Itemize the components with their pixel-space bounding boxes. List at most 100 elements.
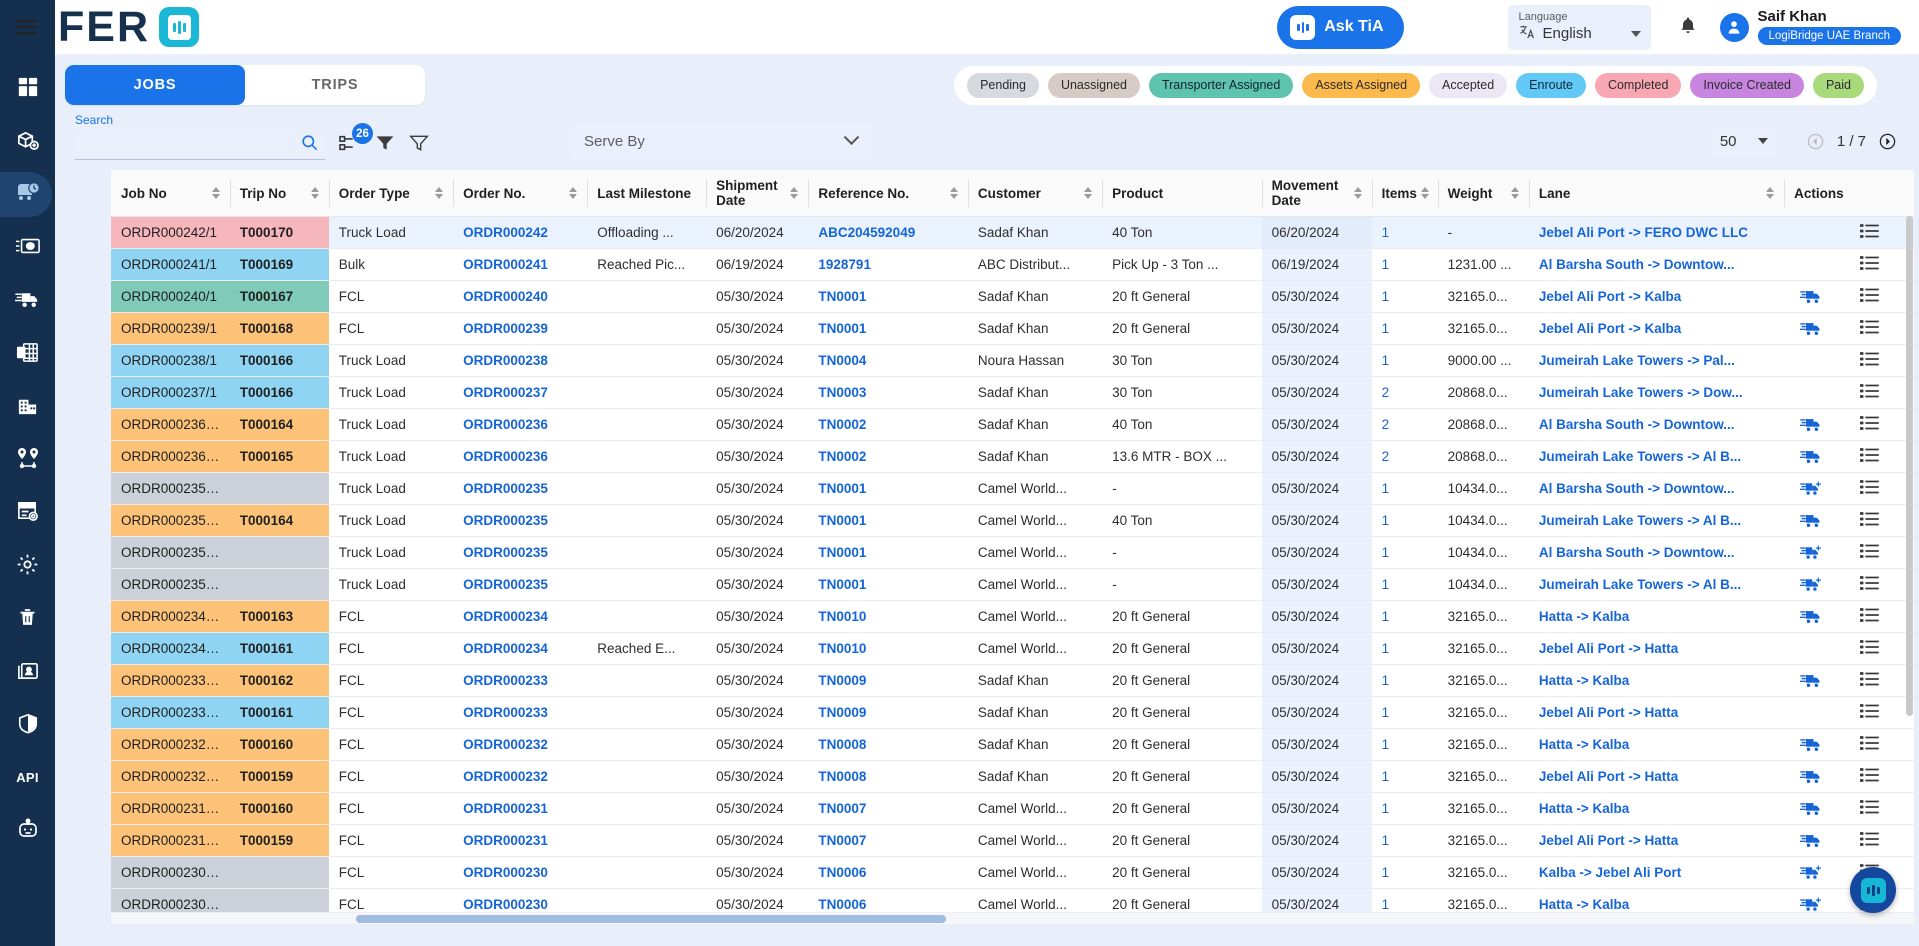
cell-lane[interactable]: Jebel Ali Port -> Hatta — [1529, 825, 1784, 857]
cell-lane[interactable]: Kalba -> Jebel Ali Port — [1529, 857, 1784, 889]
sort-toggle-icon[interactable] — [950, 187, 958, 199]
cell-reference-no[interactable]: TN0009 — [808, 665, 968, 697]
cell-lane[interactable]: Jebel Ali Port -> Hatta — [1529, 633, 1784, 665]
cell-order-no[interactable]: ORDR000233 — [453, 665, 587, 697]
row-menu-icon[interactable] — [1860, 511, 1879, 530]
table-row[interactable]: ORDR000235/...Truck LoadORDR00023505/30/… — [111, 569, 1914, 601]
vertical-scrollbar-thumb[interactable] — [1906, 216, 1913, 716]
table-row[interactable]: ORDR000236/...T000164Truck LoadORDR00023… — [111, 409, 1914, 441]
cell-lane[interactable]: Hatta -> Kalba — [1529, 889, 1784, 913]
sort-toggle-icon[interactable] — [1354, 187, 1362, 199]
cell-lane[interactable]: Jebel Ali Port -> Hatta — [1529, 697, 1784, 729]
status-chip-unassigned[interactable]: Unassigned — [1048, 73, 1140, 98]
row-menu-icon[interactable] — [1860, 383, 1879, 402]
sidebar-item-security[interactable] — [0, 698, 55, 751]
row-menu-icon[interactable] — [1860, 703, 1879, 722]
search-icon[interactable] — [300, 133, 319, 155]
page-size-select[interactable]: 50 — [1710, 124, 1778, 158]
table-row[interactable]: ORDR000232/...T000159FCLORDR00023205/30/… — [111, 761, 1914, 793]
row-menu-icon[interactable] — [1860, 415, 1879, 434]
row-menu-icon[interactable] — [1860, 223, 1879, 242]
sidebar-item-fleet[interactable] — [0, 274, 55, 327]
cell-lane[interactable]: Jebel Ali Port -> Kalba — [1529, 313, 1784, 345]
cell-reference-no[interactable]: TN0001 — [808, 473, 968, 505]
cell-order-no[interactable]: ORDR000241 — [453, 249, 587, 281]
row-menu-icon[interactable] — [1860, 831, 1879, 850]
cell-lane[interactable]: Jumeirah Lake Towers -> Dow... — [1529, 377, 1784, 409]
row-menu-icon[interactable] — [1860, 575, 1879, 594]
sort-toggle-icon[interactable] — [1084, 187, 1092, 199]
table-row[interactable]: ORDR000235/...Truck LoadORDR00023505/30/… — [111, 473, 1914, 505]
cell-lane[interactable]: Jebel Ali Port -> Kalba — [1529, 281, 1784, 313]
column-header-items[interactable]: Items — [1372, 170, 1438, 217]
table-scroll-area[interactable]: Job NoTrip NoOrder TypeOrder No.Last Mil… — [111, 170, 1914, 912]
cell-reference-no[interactable]: TN0003 — [808, 377, 968, 409]
sort-toggle-icon[interactable] — [1766, 187, 1774, 199]
cell-reference-no[interactable]: TN0006 — [808, 889, 968, 913]
row-truck-icon[interactable] — [1800, 480, 1822, 498]
sidebar-item-routes[interactable] — [0, 433, 55, 486]
table-row[interactable]: ORDR000233/...T000162FCLORDR00023305/30/… — [111, 665, 1914, 697]
table-row[interactable]: ORDR000230/...FCLORDR00023005/30/2024TN0… — [111, 889, 1914, 913]
row-truck-icon[interactable] — [1800, 320, 1822, 338]
row-truck-icon[interactable] — [1800, 864, 1822, 882]
status-chip-completed[interactable]: Completed — [1595, 73, 1681, 98]
row-truck-icon[interactable] — [1800, 896, 1822, 913]
sidebar-item-reports[interactable]: X — [0, 327, 55, 380]
cell-order-no[interactable]: ORDR000233 — [453, 697, 587, 729]
column-header-shipment-date[interactable]: Shipment Date — [706, 170, 808, 217]
cell-lane[interactable]: Al Barsha South -> Downtow... — [1529, 249, 1784, 281]
row-truck-icon[interactable] — [1800, 448, 1822, 466]
table-row[interactable]: ORDR000232/...T000160FCLORDR00023205/30/… — [111, 729, 1914, 761]
tab-trips[interactable]: TRIPS — [245, 65, 425, 105]
row-menu-icon[interactable] — [1860, 351, 1879, 370]
cell-order-no[interactable]: ORDR000231 — [453, 825, 587, 857]
row-truck-icon[interactable] — [1800, 768, 1822, 786]
cell-lane[interactable]: Hatta -> Kalba — [1529, 601, 1784, 633]
sidebar-item-finance[interactable] — [0, 221, 55, 274]
sidebar-item-masters[interactable] — [0, 486, 55, 539]
table-row[interactable]: ORDR000234/...T000163FCLORDR00023405/30/… — [111, 601, 1914, 633]
cell-reference-no[interactable]: ABC204592049 — [808, 217, 968, 249]
row-menu-icon[interactable] — [1860, 799, 1879, 818]
row-menu-icon[interactable] — [1860, 447, 1879, 466]
row-truck-icon[interactable] — [1800, 288, 1822, 306]
cell-reference-no[interactable]: TN0010 — [808, 601, 968, 633]
row-truck-icon[interactable] — [1800, 736, 1822, 754]
row-menu-icon[interactable] — [1860, 479, 1879, 498]
status-chip-accepted[interactable]: Accepted — [1429, 73, 1507, 98]
sidebar-item-jobs-trips[interactable] — [0, 168, 55, 221]
clear-filter-button[interactable] — [409, 133, 429, 160]
cell-order-no[interactable]: ORDR000234 — [453, 601, 587, 633]
sidebar-item-company[interactable] — [0, 380, 55, 433]
column-header-product[interactable]: Product — [1102, 170, 1262, 217]
column-header-order-type[interactable]: Order Type — [329, 170, 453, 217]
table-row[interactable]: ORDR000238/1T000166Truck LoadORDR0002380… — [111, 345, 1914, 377]
column-header-job-no[interactable]: Job No — [111, 170, 230, 217]
language-selector[interactable]: Language English — [1508, 5, 1651, 50]
table-row[interactable]: ORDR000230/...FCLORDR00023005/30/2024TN0… — [111, 857, 1914, 889]
cell-order-no[interactable]: ORDR000242 — [453, 217, 587, 249]
table-row[interactable]: ORDR000235/...T000164Truck LoadORDR00023… — [111, 505, 1914, 537]
vertical-scrollbar[interactable] — [1906, 216, 1913, 898]
column-header-customer[interactable]: Customer — [968, 170, 1102, 217]
sidebar-item-settings[interactable] — [0, 539, 55, 592]
cell-reference-no[interactable]: TN0010 — [808, 633, 968, 665]
cell-order-no[interactable]: ORDR000232 — [453, 761, 587, 793]
row-menu-icon[interactable] — [1860, 671, 1879, 690]
serve-by-select[interactable]: Serve By — [569, 122, 872, 160]
cell-order-no[interactable]: ORDR000235 — [453, 569, 587, 601]
row-menu-icon[interactable] — [1860, 287, 1879, 306]
status-chip-enroute[interactable]: Enroute — [1516, 73, 1586, 98]
cell-order-no[interactable]: ORDR000236 — [453, 409, 587, 441]
sort-toggle-icon[interactable] — [311, 187, 319, 199]
cell-reference-no[interactable]: TN0007 — [808, 793, 968, 825]
table-row[interactable]: ORDR000231/...T000160FCLORDR00023105/30/… — [111, 793, 1914, 825]
brand-logo[interactable]: FER — [58, 6, 199, 49]
ask-tia-button[interactable]: Ask TiA — [1277, 6, 1403, 49]
cell-lane[interactable]: Hatta -> Kalba — [1529, 665, 1784, 697]
cell-reference-no[interactable]: TN0004 — [808, 345, 968, 377]
status-chip-assets-assigned[interactable]: Assets Assigned — [1302, 73, 1420, 98]
row-menu-icon[interactable] — [1860, 607, 1879, 626]
row-truck-icon[interactable] — [1800, 672, 1822, 690]
